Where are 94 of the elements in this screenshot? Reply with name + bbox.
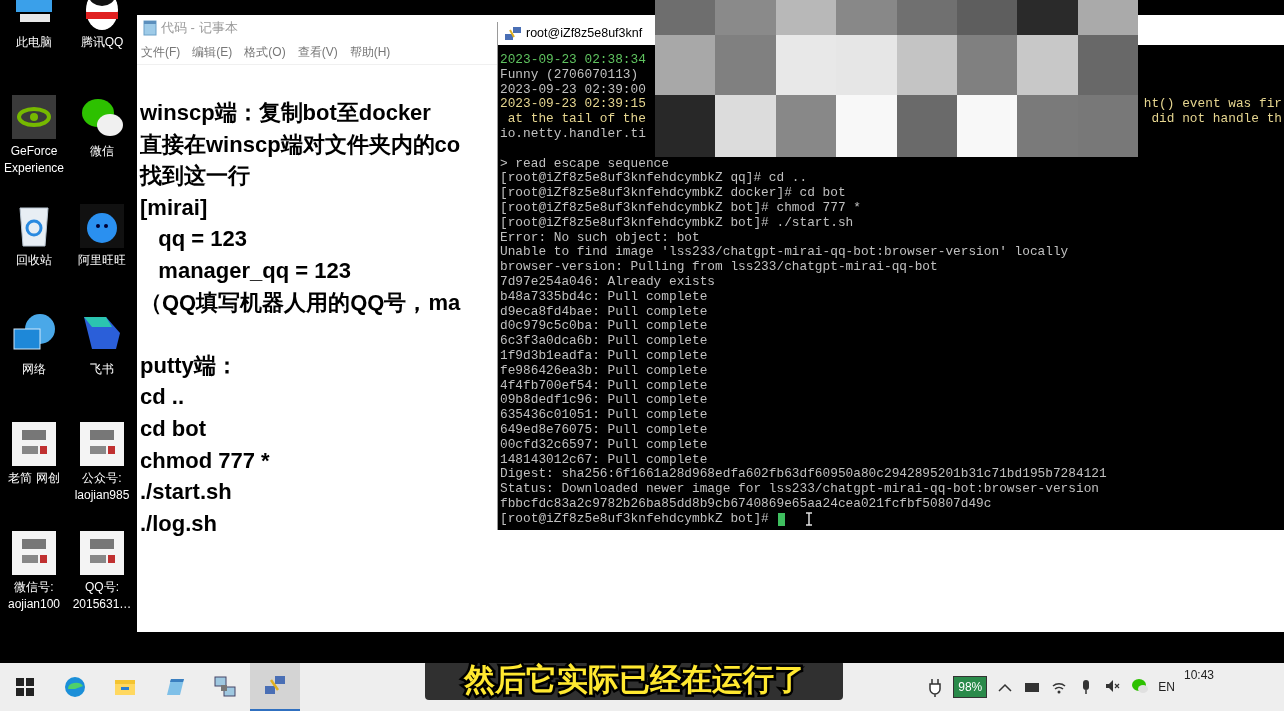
terminal-line: 2023-09-23 02:39:15 (500, 97, 646, 113)
text-line: （QQ填写机器人用的QQ号，ma (140, 288, 462, 317)
menu-item[interactable]: 文件(F) (141, 43, 181, 61)
terminal-line: 649ed8e76075: Pull complete (500, 422, 708, 438)
terminal-line: [root@iZf8z5e8uf3knfehdcymbkZ qq]# cd .. (500, 171, 808, 187)
menu-item[interactable]: 格式(O) (244, 43, 286, 61)
desktop-shortcut[interactable]: 微信号: aojian100 (0, 525, 68, 634)
desktop-shortcut[interactable]: 阿里旺旺 (68, 198, 136, 307)
droplet-mascot-icon (80, 204, 124, 248)
text-line: [mirai] (140, 193, 209, 222)
terminal-line: fbbcfdc83a2c9782b26ba85dd8b9cb6740869e65aa24cea021fcfbf50807d49c (500, 496, 992, 512)
shortcut-label: QQ号: 2015631… (72, 579, 132, 613)
terminal-line: 00cfd32c6597: Pull complete (500, 437, 708, 453)
terminal-line: 2023-09-23 02:39:00 (500, 82, 646, 98)
desktop-shortcut[interactable]: 回收站 (0, 198, 68, 307)
text-line: putty端： (140, 351, 239, 380)
terminal-line: b48a7335bd4c: Pull complete (500, 289, 708, 305)
terminal-line: Error: No such object: bot (500, 230, 700, 246)
terminal-line: 4f4fb700ef54: Pull complete (500, 378, 708, 394)
notepad-icon (143, 19, 157, 36)
shortcut-label: 老简 网创 (8, 470, 60, 487)
text-line: ./start.sh (140, 478, 233, 507)
terminal-line: 635436c01051: Pull complete (500, 408, 708, 423)
desktop-shortcut[interactable]: 此电脑 (0, 0, 68, 89)
shortcut-label: 此电脑 (16, 34, 52, 51)
terminal-line: [root@iZf8z5e8uf3knfehdcymbkZ bot]# (500, 511, 769, 527)
desktop-shortcut[interactable]: GeForce Experience (0, 89, 68, 198)
terminal-line: [root@iZf8z5e8uf3knfehdcymbkZ bot]# chmod 777 * (500, 200, 861, 216)
network-computers-icon (504, 25, 522, 42)
text-cursor-icon (804, 512, 813, 527)
terminal-line: d9eca8fd4bae: Pull complete (500, 304, 708, 320)
terminal-line: at the tail of the (506, 112, 646, 127)
terminal-line: ht() event was fir (1143, 97, 1282, 113)
eye-logo-icon (12, 95, 56, 139)
text-line: cd .. (140, 383, 185, 412)
terminal-line: 7d97e254a046: Already exists (500, 274, 716, 290)
text-line: winscp端：复制bot至docker (140, 99, 432, 127)
shortcut-label: 腾讯QQ (80, 34, 124, 51)
menu-item[interactable]: 编辑(E) (192, 43, 233, 61)
window-title: 代码 - 记事本 (161, 18, 238, 37)
text-line: 找到这一行 (140, 162, 251, 191)
terminal-line: > read escape sequence (500, 156, 669, 172)
terminal-line: Unable to find image 'lss233/chatgpt-mirai-qq-bot:browser-version' locally (500, 245, 1069, 261)
text-line: qq = 123 (157, 225, 248, 254)
windows-logo-icon (13, 675, 37, 699)
window-title: root@iZf8z5e8uf3knf (526, 25, 643, 43)
text-line: ./log.sh (140, 509, 218, 538)
logo-icon (80, 422, 124, 466)
text-line: manager_qq = 123 (157, 256, 352, 285)
desktop-shortcut[interactable]: 老简 网创 (0, 416, 68, 525)
shortcut-label: GeForce Experience (3, 143, 64, 177)
terminal-line: 1f9d3b1eadfa: Pull complete (500, 348, 708, 364)
shortcut-label: 飞书 (90, 361, 114, 378)
clock-time[interactable]: 10:43 (1183, 666, 1214, 684)
swirl-icon (63, 675, 87, 699)
terminal-line: [root@iZf8z5e8uf3knfehdcymbkZ bot]# ./start.sh (500, 215, 854, 231)
text-line: chmod 777 * (140, 446, 271, 475)
terminal-line: [root@iZf8z5e8uf3knfehdcymbkZ docker]# cd bot (500, 186, 846, 201)
terminal-line: d0c979c5c0ba: Pull complete (500, 319, 708, 335)
terminal-line: did not handle th (1151, 112, 1282, 127)
shortcut-label: 网络 (22, 361, 46, 378)
desktop-shortcut[interactable]: QQ号: 2015631… (68, 525, 136, 634)
terminal-line: 148143012c67: Pull complete (500, 452, 708, 468)
terminal-line: Funny (2706070113) (500, 67, 639, 83)
terminal-line: fe986426ea3b: Pull complete (500, 363, 708, 379)
desktop-shortcut[interactable]: 飞书 (68, 307, 136, 416)
terminal-line: browser-version: Pulling from lss233/chatgpt-mirai-qq-bot (500, 260, 938, 275)
terminal-line: 6c3f3a0dca6b: Pull complete (500, 334, 708, 349)
battery-indicator: 98% (953, 676, 988, 698)
terminal-line: Digest: sha256:6f1661a28d968edfa602fb63df60950a80c2942895201b31c71bd195b7284121 (500, 467, 1107, 483)
shortcut-label: 公众号: laojian985 (74, 470, 130, 504)
shortcut-label: 回收站 (16, 252, 52, 269)
terminal-line: io.netty.handler.ti (500, 127, 646, 142)
shortcut-label: 阿里旺旺 (78, 252, 126, 269)
menu-item[interactable]: 帮助(H) (349, 43, 391, 61)
desktop-shortcut[interactable]: 微信 (68, 89, 136, 198)
text-line: 直接在winscp端对文件夹内的co (140, 130, 462, 159)
terminal-line: 09b8dedf1c96: Pull complete (500, 393, 708, 409)
logo-icon (12, 422, 56, 466)
logo-icon (12, 531, 56, 575)
terminal-line: 2023-09-23 02:38:34 (500, 53, 646, 68)
menu-item[interactable]: 查看(V) (297, 43, 338, 61)
shortcut-label: 微信 (90, 143, 114, 160)
cursor-block (777, 512, 785, 526)
desktop-shortcut[interactable]: 网络 (0, 307, 68, 416)
desktop-shortcut[interactable]: 腾讯QQ (68, 0, 136, 89)
logo-icon (80, 531, 124, 575)
language-indicator[interactable]: EN (1158, 678, 1175, 696)
text-line: cd bot (140, 414, 207, 443)
subtitle-caption: 然后它实际已经在运行了 (425, 660, 843, 700)
two-computers-icon (213, 675, 237, 699)
shortcut-label: 微信号: aojian100 (7, 579, 61, 613)
desktop-shortcut[interactable]: 公众号: laojian985 (68, 416, 136, 525)
terminal-line: Status: Downloaded newer image for lss233/chatgpt-mirai-qq-bot:browser-version (500, 482, 1099, 497)
